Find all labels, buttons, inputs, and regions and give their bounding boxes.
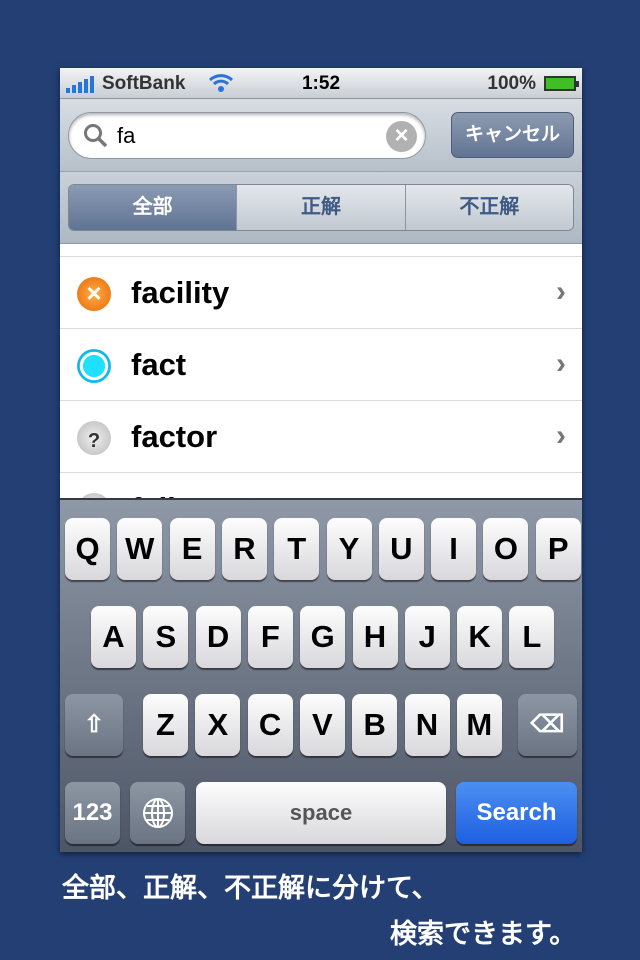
cancel-button[interactable]: キャンセル (451, 112, 574, 158)
key-w[interactable]: W (117, 518, 163, 580)
chevron-right-icon: › (556, 347, 566, 380)
list-item[interactable]: fact › (60, 328, 582, 400)
filter-bar: 全部 正解 不正解 (60, 172, 582, 244)
unknown-question-icon: ? (77, 421, 111, 455)
search-icon (84, 124, 108, 148)
chevron-right-icon: › (556, 275, 566, 308)
filter-segmented-control: 全部 正解 不正解 (68, 184, 574, 231)
battery-charging-icon (544, 76, 579, 91)
word: factor (131, 419, 218, 454)
key-v[interactable]: V (299, 694, 345, 756)
globe-key[interactable] (130, 782, 185, 844)
correct-circle-icon (77, 349, 111, 383)
key-c[interactable]: C (247, 694, 293, 756)
caption-line-1: 全部、正解、不正解に分けて、 (62, 873, 439, 903)
phone-screen: SoftBank 1:52 100% fa × キャンセル 全部 正解 不正解 … (60, 68, 582, 852)
search-query: fa (117, 123, 136, 148)
keyboard: ⇧ ⌫ 123 space Search QWERTYUIOP ASDFGHJKL… (60, 498, 582, 852)
key-o[interactable]: O (483, 518, 529, 580)
key-m[interactable]: M (456, 694, 502, 756)
clear-search-icon[interactable]: × (386, 121, 417, 152)
key-j[interactable]: J (404, 606, 450, 668)
key-k[interactable]: K (457, 606, 503, 668)
caption-line-2: 検索できます。 (390, 919, 577, 949)
key-r[interactable]: R (221, 518, 267, 580)
list-item[interactable]: ? factor › (60, 400, 582, 472)
key-i[interactable]: I (431, 518, 477, 580)
globe-icon (142, 798, 173, 828)
key-h[interactable]: H (352, 606, 398, 668)
search-key[interactable]: Search (456, 782, 577, 844)
space-key[interactable]: space (196, 782, 446, 844)
search-input[interactable]: fa × (68, 112, 426, 159)
segment-all[interactable]: 全部 (69, 185, 237, 230)
key-l[interactable]: L (509, 606, 555, 668)
delete-key[interactable]: ⌫ (518, 694, 577, 756)
key-b[interactable]: B (352, 694, 398, 756)
chevron-right-icon: › (556, 419, 566, 452)
shift-key[interactable]: ⇧ (65, 694, 123, 756)
list-item[interactable]: × facility › (60, 256, 582, 328)
word: fact (131, 347, 187, 382)
key-s[interactable]: S (143, 606, 189, 668)
key-u[interactable]: U (378, 518, 424, 580)
search-bar: fa × キャンセル (60, 99, 582, 172)
key-y[interactable]: Y (326, 518, 372, 580)
numbers-key[interactable]: 123 (65, 782, 120, 844)
key-x[interactable]: X (195, 694, 241, 756)
battery-percent: 100% (487, 73, 536, 94)
status-bar: SoftBank 1:52 100% (60, 68, 582, 99)
key-f[interactable]: F (247, 606, 293, 668)
segment-incorrect[interactable]: 不正解 (404, 185, 573, 230)
incorrect-x-icon: × (77, 277, 111, 311)
key-d[interactable]: D (195, 606, 241, 668)
key-p[interactable]: P (535, 518, 581, 580)
word: facility (131, 275, 230, 310)
key-t[interactable]: T (274, 518, 320, 580)
key-a[interactable]: A (91, 606, 136, 668)
segment-correct[interactable]: 正解 (236, 185, 405, 230)
key-z[interactable]: Z (143, 694, 188, 756)
key-e[interactable]: E (169, 518, 215, 580)
key-g[interactable]: G (300, 606, 346, 668)
key-q[interactable]: Q (65, 518, 110, 580)
key-n[interactable]: N (404, 694, 450, 756)
